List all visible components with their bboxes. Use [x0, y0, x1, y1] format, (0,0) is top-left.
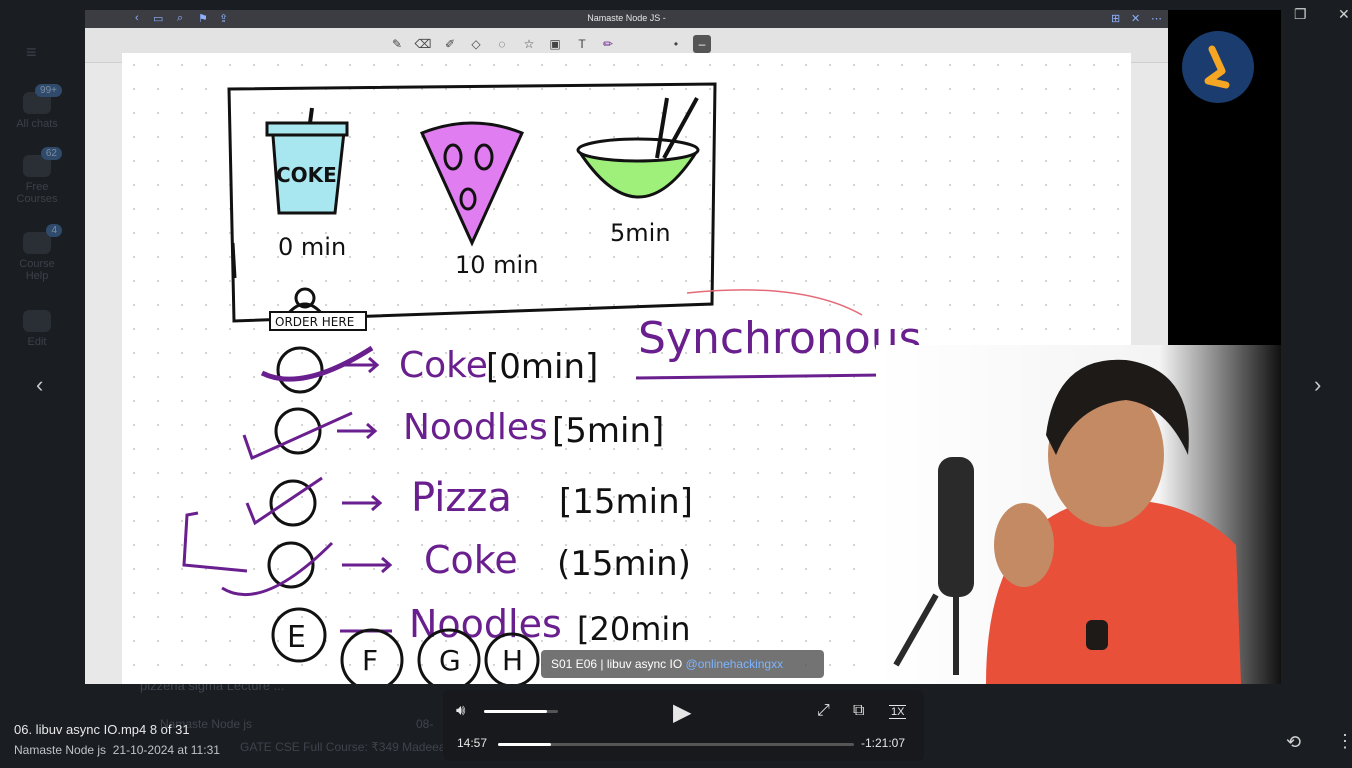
seek-progress [498, 743, 552, 746]
fullscreen-icon[interactable]: ⤢ [817, 702, 830, 720]
page-add-icon: ⊞ [1111, 13, 1121, 25]
shapes-icon: ◇ [471, 37, 481, 51]
notes-titlebar: ‹ ▭ ⌕ ⚑ ⇪ Namaste Node JS - ⊞ ✕ ⋯ [85, 10, 1168, 28]
pizza-slice-drawing [419, 121, 525, 247]
order-d-food: Coke [424, 538, 518, 582]
remaining-time: -1:21:07 [861, 736, 906, 750]
edit-icon [23, 310, 51, 332]
order-row-b: Noodles [5min] [242, 407, 664, 461]
volume-level [484, 710, 547, 713]
order-row-a: Coke [0min] [260, 345, 598, 394]
elapsed-time: 14:57 [457, 736, 488, 750]
media-file-name: 06. libuv async IO.mp4 8 of 31 [14, 722, 190, 737]
sidebar-item-free-courses[interactable]: 62 Free Courses [12, 147, 62, 205]
play-button[interactable]: ▶ [673, 698, 691, 727]
queue-h: H [502, 644, 523, 677]
order-c-food: Pizza [411, 475, 512, 521]
sidebar-item-edit[interactable]: Edit [12, 310, 62, 348]
sidebar-item-all-chats[interactable]: 99+ All chats [12, 84, 62, 130]
sticker-icon: ☆ [523, 37, 535, 51]
order-e-id: E [287, 620, 306, 655]
counter-arrow [231, 242, 237, 279]
caption-text: S01 E06 | libuv async IO [551, 657, 686, 671]
menu-icon: ≡ [26, 42, 37, 62]
media-info: Namaste Node js 21-10-2024 at 11:31 [14, 743, 220, 757]
laser-pointer-icon: ✏ [602, 37, 614, 51]
order-a-food: Coke [399, 345, 488, 386]
noodles-time: 5min [610, 219, 671, 247]
volume-slider[interactable] [484, 710, 558, 713]
picture-in-picture-icon[interactable]: ⧉ [853, 702, 864, 720]
coke-label: COKE [276, 163, 337, 187]
coke-cup-drawing: COKE [265, 107, 349, 215]
volume-icon[interactable]: 🔊︎ [456, 702, 465, 719]
pen-icon: ✎ [391, 37, 403, 51]
presenter-illustration [876, 345, 1281, 684]
media-date: 21-10-2024 at 11:31 [112, 743, 220, 757]
order-here-label: ORDER HERE [275, 315, 354, 329]
background-message-time: 08- [416, 717, 434, 731]
stroke-size-icon: – [693, 35, 711, 53]
logo-mark-icon [1204, 45, 1230, 89]
rotate-icon[interactable]: ⟲ [1286, 732, 1301, 753]
close-icon: ✕ [1131, 13, 1141, 25]
image-icon: ▣ [549, 37, 561, 51]
notes-title-chevron: - [662, 13, 666, 23]
queue-g: G [439, 644, 461, 677]
order-b-food: Noodles [403, 407, 548, 448]
chat-folder-icon [23, 232, 51, 254]
background-message-text: GATE CSE Full Course: ₹349 Madeeasy [240, 740, 458, 754]
channel-logo [1182, 31, 1254, 103]
pizza-time: 10 min [455, 251, 538, 279]
order-row-c: Pizza [15min] [245, 475, 693, 527]
order-c-time: [15min] [559, 482, 693, 522]
seek-bar[interactable] [498, 743, 854, 746]
order-a-time: [0min] [486, 347, 598, 387]
close-icon[interactable]: ✕ [1338, 6, 1350, 23]
sidebar-item-course-help[interactable]: 4 Course Help [12, 224, 62, 282]
eraser-icon: ⌫ [414, 37, 432, 51]
order-e-time: [20min [577, 610, 691, 648]
more-options-icon[interactable]: ⋮ [1336, 731, 1352, 752]
previous-media-icon[interactable]: ‹ [36, 372, 43, 398]
caption-handle[interactable]: @onlinehackingxx [686, 657, 784, 671]
watch-icon [1086, 620, 1108, 650]
dot-size-icon: • [673, 37, 679, 51]
order-b-time: [5min] [552, 411, 664, 451]
video-player-controls: 🔊︎ ▶ ⤢ ⧉ 1X 14:57 -1:21:07 [443, 690, 924, 761]
presenter-webcam [876, 345, 1281, 684]
highlighter-icon: ✐ [444, 37, 456, 51]
next-media-icon[interactable]: › [1314, 372, 1321, 398]
notes-title: Namaste Node JS [587, 13, 661, 23]
text-icon: T [578, 37, 586, 51]
order-row-d: Coke (15min) [182, 511, 691, 597]
playback-speed-button[interactable]: 1X [889, 705, 907, 719]
queue-f: F [362, 644, 378, 677]
more-icon: ⋯ [1151, 13, 1162, 25]
lasso-icon: ◌ [498, 37, 506, 51]
coke-time: 0 min [278, 233, 346, 261]
noodle-bowl-drawing [576, 97, 700, 199]
microphone-icon [938, 457, 974, 597]
order-e-food: Noodles [409, 602, 562, 646]
order-d-time: (15min) [557, 544, 691, 584]
restore-icon[interactable]: ❐ [1294, 6, 1307, 23]
video-caption: S01 E06 | libuv async IO @onlinehackingx… [541, 650, 824, 678]
media-channel[interactable]: Namaste Node js [14, 743, 106, 757]
